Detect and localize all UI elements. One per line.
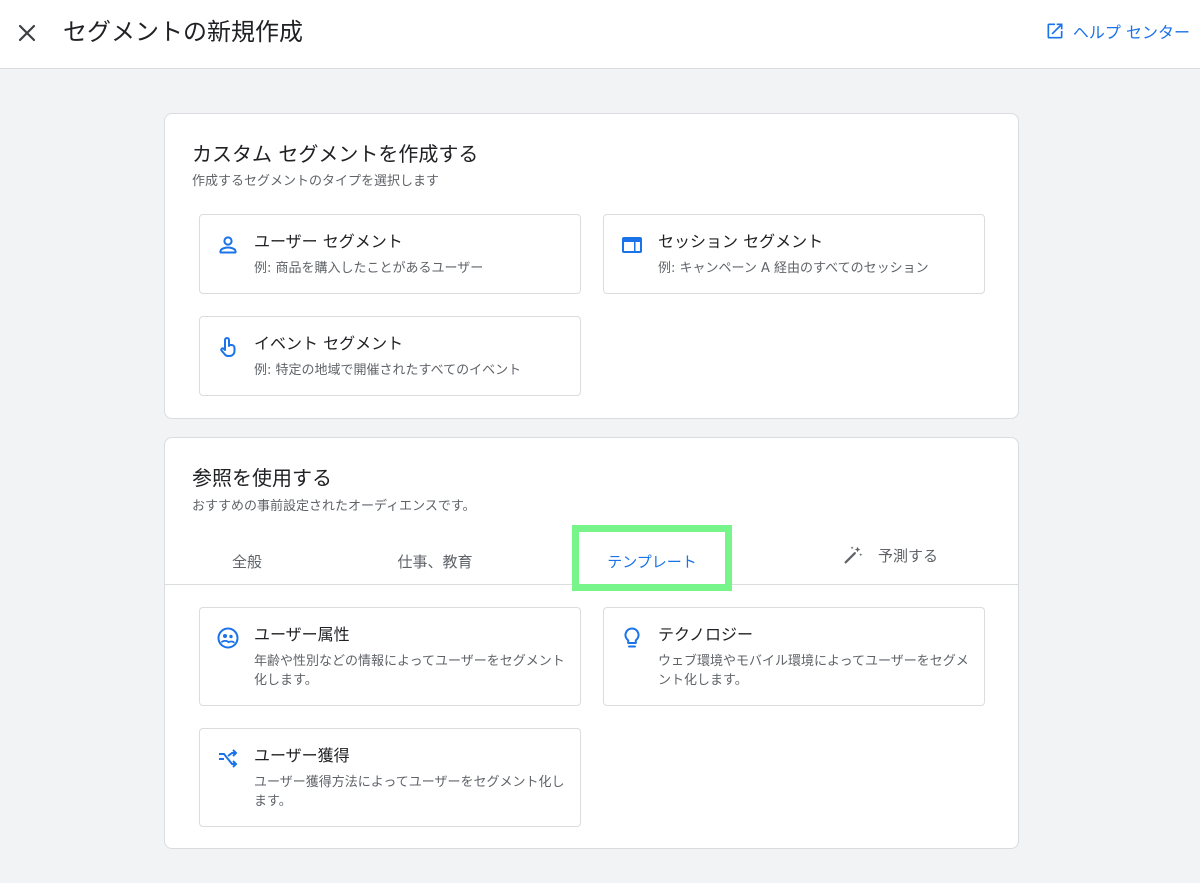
help-center-label: ヘルプ センター (1072, 23, 1190, 42)
close-button[interactable] (12, 18, 42, 48)
demographics-title: ユーザー属性 (254, 625, 350, 644)
user-segment-title: ユーザー セグメント (254, 232, 403, 251)
open-in-new-icon (1047, 23, 1063, 39)
event-segment-tile[interactable]: イベント セグメント 例: 特定の地域で開催されたすべてのイベント (199, 316, 581, 396)
close-icon (18, 24, 36, 42)
web-session-icon (622, 237, 642, 253)
person-icon (219, 236, 237, 254)
tab-templates-label: テンプレート (607, 552, 697, 571)
page-title: セグメントの新規作成 (63, 18, 303, 46)
magic-wand-icon (844, 546, 863, 564)
technology-tile[interactable]: テクノロジー ウェブ環境やモバイル環境によってユーザーをセグメント化します。 (603, 607, 985, 706)
technology-desc: ウェブ環境やモバイル環境によってユーザーをセグメント化します。 (658, 654, 969, 688)
session-segment-desc: 例: キャンペーン A 経由のすべてのセッション (658, 261, 929, 276)
session-segment-title: セッション セグメント (658, 232, 824, 251)
custom-segment-card: カスタム セグメントを作成する 作成するセグメントのタイプを選択します ユーザー… (164, 113, 1019, 419)
custom-segment-title: カスタム セグメントを作成する (192, 142, 479, 166)
reference-subtitle: おすすめの事前設定されたオーディエンスです。 (192, 499, 476, 514)
demographics-tile[interactable]: ユーザー属性 年齢や性別などの情報によってユーザーをセグメント化します。 (199, 607, 581, 706)
acquisition-desc: ユーザー獲得方法によってユーザーをセグメント化します。 (254, 775, 565, 809)
tab-templates[interactable]: テンプレート (579, 538, 725, 584)
reference-card: 参照を使用する おすすめの事前設定されたオーディエンスです。 全般 仕事、教育 … (164, 437, 1019, 849)
tab-work-education[interactable]: 仕事、教育 (375, 538, 495, 584)
reference-title: 参照を使用する (192, 466, 332, 490)
tab-general-label: 全般 (231, 552, 262, 571)
event-segment-desc: 例: 特定の地域で開催されたすべてのイベント (254, 363, 522, 378)
tab-general[interactable]: 全般 (197, 538, 297, 584)
tab-predictive-label: 予測する (877, 546, 938, 565)
shuffle-icon (219, 749, 238, 768)
reference-tabs: 全般 仕事、教育 テンプレート 予測する (165, 525, 1018, 591)
help-center-link[interactable]: ヘルプ センター (1045, 19, 1190, 43)
technology-title: テクノロジー (658, 625, 754, 644)
lightbulb-icon (624, 627, 640, 648)
tab-predictive[interactable]: 予測する (825, 532, 955, 578)
user-segment-tile[interactable]: ユーザー セグメント 例: 商品を購入したことがあるユーザー (199, 214, 581, 294)
event-segment-title: イベント セグメント (254, 334, 404, 353)
custom-segment-subtitle: 作成するセグメントのタイプを選択します (192, 174, 440, 189)
tab-work-education-label: 仕事、教育 (397, 552, 473, 571)
top-bar: セグメントの新規作成 ヘルプ センター (0, 0, 1200, 69)
acquisition-tile[interactable]: ユーザー獲得 ユーザー獲得方法によってユーザーをセグメント化します。 (199, 728, 581, 827)
session-segment-tile[interactable]: セッション セグメント 例: キャンペーン A 経由のすべてのセッション (603, 214, 985, 294)
user-segment-desc: 例: 商品を購入したことがあるユーザー (254, 261, 484, 276)
touch-icon (220, 337, 236, 357)
acquisition-title: ユーザー獲得 (254, 746, 350, 765)
demographics-icon (217, 627, 239, 649)
demographics-desc: 年齢や性別などの情報によってユーザーをセグメント化します。 (254, 654, 565, 688)
